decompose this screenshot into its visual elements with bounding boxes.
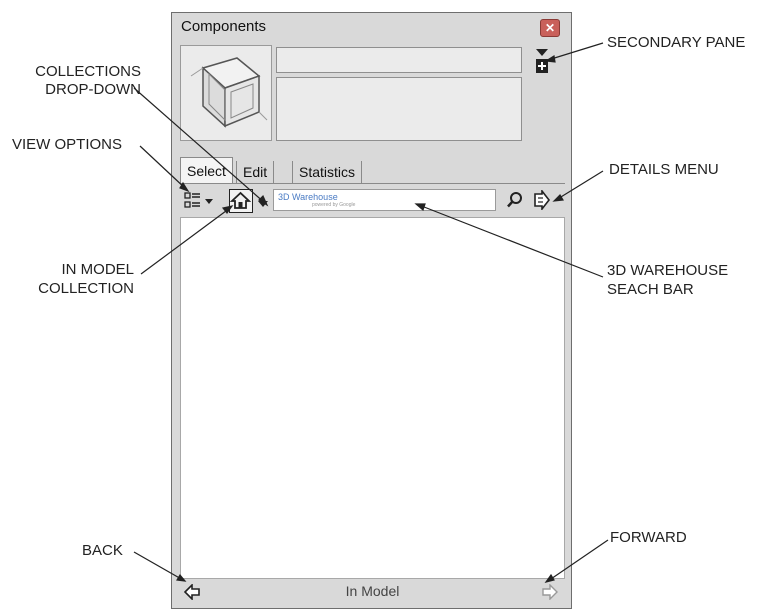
callout-warehouse-line1: 3D WAREHOUSE (607, 262, 729, 279)
callout-forward: FORWARD (610, 529, 687, 546)
callout-secondary-pane: SECONDARY PANE (607, 34, 746, 51)
callout-back: BACK (82, 542, 123, 559)
callout-in-model-line1: IN MODEL (61, 261, 134, 278)
callout-collections-line1: COLLECTIONS (35, 63, 141, 80)
callout-in-model-line2: COLLECTION (38, 280, 134, 297)
callout-details-menu: DETAILS MENU (609, 161, 719, 178)
callout-warehouse-line2: SEACH BAR (607, 281, 694, 298)
callout-view-options: VIEW OPTIONS (12, 136, 123, 153)
callout-collections-line2: DROP-DOWN (45, 81, 141, 98)
